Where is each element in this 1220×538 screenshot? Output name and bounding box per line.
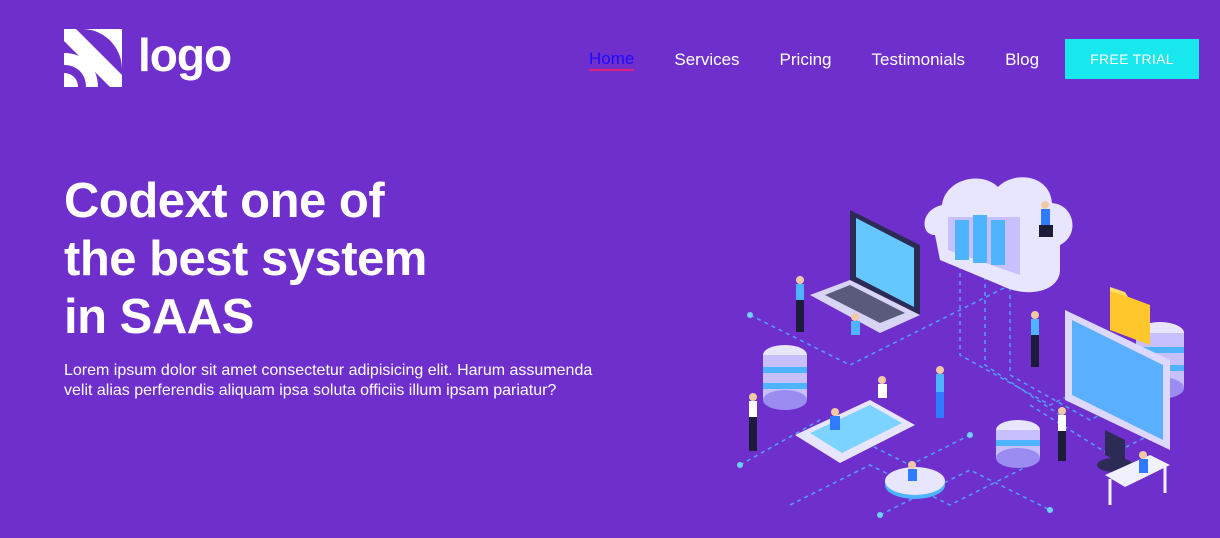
hero-description: Lorem ipsum dolor sit amet consectetur a… xyxy=(64,362,593,399)
brand-logo[interactable]: logo xyxy=(64,29,232,87)
person-figure xyxy=(1058,407,1066,461)
nav-testimonials-link[interactable]: Testimonials xyxy=(872,50,966,70)
hero-title-line: Codext one of xyxy=(64,174,385,228)
person-figure xyxy=(830,408,840,430)
nav-blog-link[interactable]: Blog xyxy=(1005,50,1039,70)
rss-wave-icon xyxy=(64,29,122,87)
hero-title-line: in SAAS xyxy=(64,290,254,344)
free-trial-button[interactable]: FREE TRIAL xyxy=(1065,39,1199,79)
person-figure xyxy=(1139,451,1148,473)
saas-isometric-illustration xyxy=(737,177,1184,518)
person-figure xyxy=(936,366,944,418)
person-figure xyxy=(796,276,804,332)
nav-home-link[interactable]: Home xyxy=(589,49,635,71)
nav-pricing-link[interactable]: Pricing xyxy=(780,50,832,70)
laptop-icon xyxy=(810,210,920,333)
database-mid-icon xyxy=(996,420,1040,468)
person-figure xyxy=(749,393,757,451)
person-figure xyxy=(878,376,887,398)
hero-title: Codext one of the best system in SAAS xyxy=(64,172,427,346)
hero-title-line: the best system xyxy=(64,232,427,286)
database-left-icon xyxy=(763,345,807,410)
person-figure xyxy=(908,461,917,481)
main-nav: Home Services Pricing Testimonials Blog xyxy=(589,49,1039,71)
person-figure xyxy=(851,313,860,335)
logo-text: logo xyxy=(138,29,232,81)
person-figure xyxy=(1031,311,1039,367)
phone-platform-icon xyxy=(795,400,915,463)
nav-services-link[interactable]: Services xyxy=(674,50,739,70)
